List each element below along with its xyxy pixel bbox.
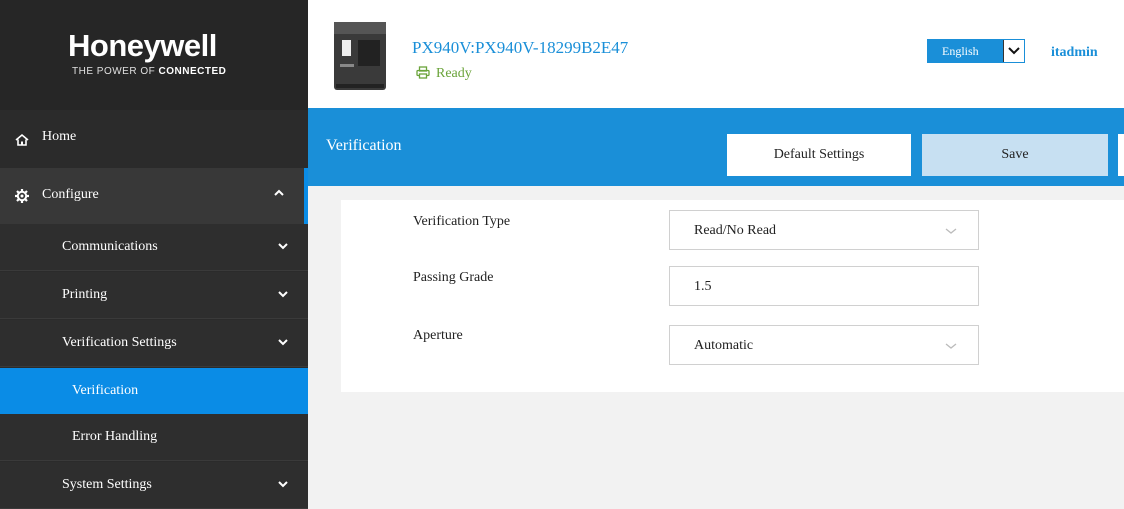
device-status: Ready — [416, 66, 472, 82]
sidebar-item-configure[interactable]: Configure — [0, 168, 308, 224]
sidebar-item-label: Verification — [72, 383, 139, 398]
passing-grade-input[interactable]: 1.5 — [669, 266, 979, 306]
more-button[interactable] — [1118, 134, 1124, 176]
chevron-down-icon — [278, 243, 288, 250]
language-value: English — [942, 44, 979, 58]
sidebar-item-home[interactable]: Home — [0, 110, 308, 168]
aperture-label: Aperture — [413, 328, 463, 343]
status-text: Ready — [436, 66, 472, 81]
sidebar-item-verification-settings[interactable]: Verification Settings — [0, 320, 308, 367]
sidebar-item-label: Communications — [62, 239, 158, 254]
sidebar-item-system-settings[interactable]: System Settings — [0, 462, 308, 509]
user-menu[interactable]: itadmin — [1051, 45, 1098, 61]
home-icon — [15, 133, 29, 146]
sidebar-item-error-handling[interactable]: Error Handling — [0, 414, 308, 461]
language-dropdown-arrow[interactable] — [1003, 40, 1024, 62]
honeywell-logo: Honeywell THE POWER OF CONNECTED — [0, 0, 308, 110]
tagline-part: THE POWER OF — [72, 66, 159, 77]
default-settings-button[interactable]: Default Settings — [727, 134, 911, 176]
chevron-down-icon — [278, 481, 288, 488]
passing-grade-label: Passing Grade — [413, 270, 494, 285]
chevron-down-icon — [1008, 47, 1020, 55]
save-button[interactable]: Save — [922, 134, 1108, 176]
chevron-down-icon — [278, 339, 288, 346]
chevron-down-icon — [945, 228, 957, 234]
chevron-up-icon — [274, 189, 284, 196]
gear-icon — [15, 189, 29, 203]
chevron-down-icon — [945, 343, 957, 349]
page-toolbar: Verification Default Settings Save — [308, 108, 1124, 186]
sidebar-item-printing[interactable]: Printing — [0, 272, 308, 319]
aperture-value: Automatic — [694, 338, 754, 353]
device-name: PX940V:PX940V-18299B2E47 — [412, 38, 629, 57]
sidebar-item-verification[interactable]: Verification — [0, 368, 308, 414]
sidebar-item-label: System Settings — [62, 477, 152, 492]
passing-grade-value: 1.5 — [694, 279, 712, 294]
sidebar-item-label: Printing — [62, 287, 108, 302]
chevron-down-icon — [278, 291, 288, 298]
logo-tagline: THE POWER OF CONNECTED — [72, 66, 226, 77]
sidebar-item-label: Verification Settings — [62, 335, 177, 350]
header: PX940V:PX940V-18299B2E47 Ready English i… — [308, 0, 1124, 108]
printer-image — [334, 22, 386, 90]
verification-type-select[interactable]: Read/No Read — [669, 210, 979, 250]
settings-form: Verification Type Read/No Read Passing G… — [341, 200, 1124, 392]
aperture-select[interactable]: Automatic — [669, 325, 979, 365]
tagline-bold: CONNECTED — [158, 66, 227, 77]
logo-wordmark: Honeywell — [68, 28, 217, 63]
sidebar-item-communications[interactable]: Communications — [0, 224, 308, 271]
sidebar-item-label: Home — [42, 129, 77, 144]
sidebar: Honeywell THE POWER OF CONNECTED Home Co… — [0, 0, 308, 509]
printer-status-icon — [416, 66, 430, 79]
page-title: Verification — [326, 137, 402, 154]
verification-type-value: Read/No Read — [694, 223, 777, 238]
sidebar-item-label: Error Handling — [72, 429, 158, 444]
language-select[interactable]: English — [927, 39, 1025, 63]
verification-type-label: Verification Type — [413, 214, 511, 229]
sidebar-item-label: Configure — [42, 187, 99, 202]
